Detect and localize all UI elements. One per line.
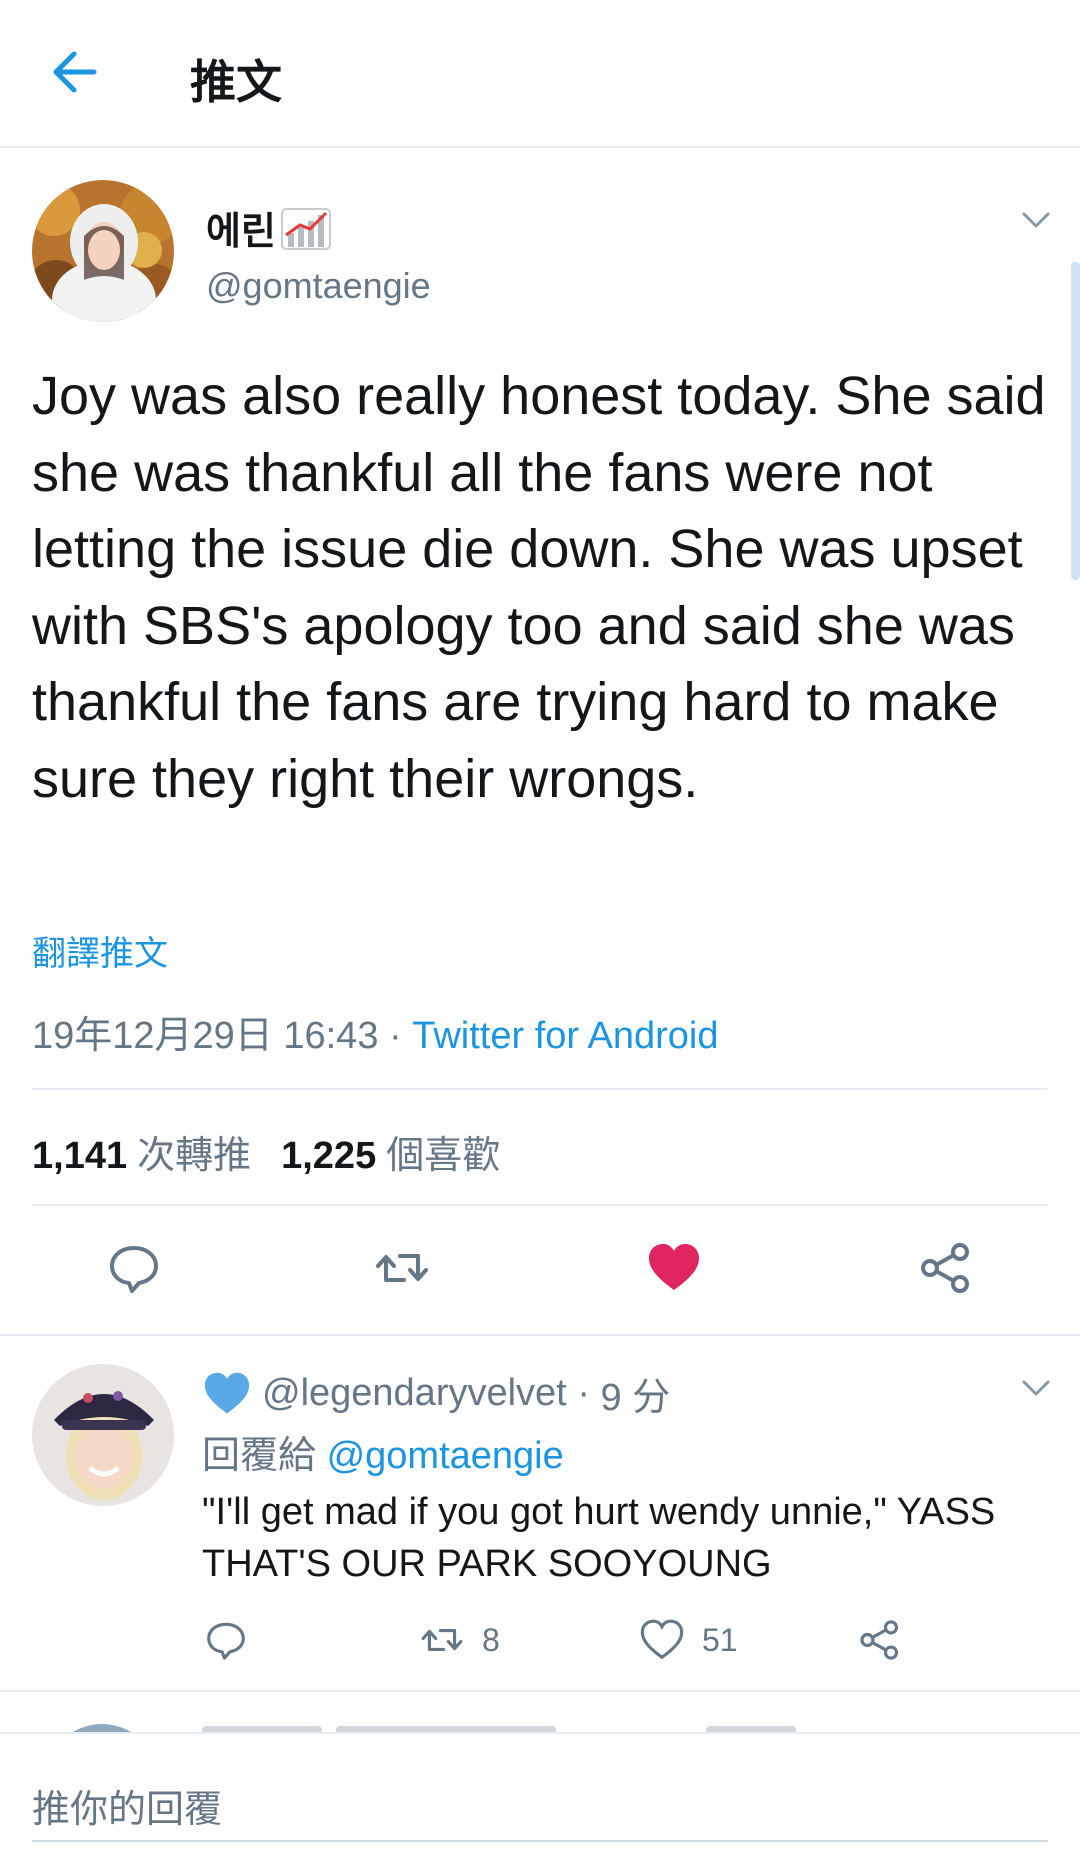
retweet-count[interactable]: 1,141 — [32, 1135, 127, 1177]
like-label[interactable]: 個喜歡 — [386, 1135, 500, 1177]
replying-to: 回覆給 @gomtaengie — [202, 1424, 564, 1479]
reply-separator: · — [577, 1372, 590, 1414]
blue-heart-emoji — [204, 1372, 250, 1413]
reply-header: @legendaryvelvet · 9 分 — [202, 1366, 670, 1421]
retweet-label[interactable]: 次轉推 — [137, 1135, 251, 1177]
reply-icon — [207, 1622, 245, 1660]
avatar-photo — [32, 180, 174, 322]
reply-reply-button[interactable] — [204, 1618, 266, 1662]
reply-handle[interactable]: @legendaryvelvet — [262, 1372, 567, 1415]
chevron-down-icon[interactable] — [1018, 1376, 1054, 1400]
tweet-text: Joy was also really honest today. She sa… — [32, 366, 1046, 809]
divider — [32, 1204, 1048, 1206]
author-avatar[interactable] — [32, 180, 174, 322]
replying-label: 回覆給 — [202, 1435, 317, 1477]
tweet-meta: 19年12月29日 16:43 · Twitter for Android — [32, 1004, 719, 1059]
reply-share-button[interactable] — [858, 1618, 920, 1662]
reply-retweet-button[interactable]: 8 — [420, 1618, 500, 1662]
reply-text: "I'll get mad if you got hurt wendy unni… — [202, 1491, 996, 1585]
section-divider — [0, 1334, 1080, 1336]
composer-underline — [32, 1840, 1048, 1842]
heart-outline-icon — [640, 1619, 684, 1660]
arrow-left-icon[interactable] — [44, 40, 108, 104]
translate-tweet-link[interactable]: 翻譯推文 — [32, 926, 168, 975]
reply-input[interactable]: 推你的回覆 — [32, 1778, 222, 1833]
author-name-text: 에린 — [206, 209, 276, 253]
meta-separator: · — [389, 1015, 402, 1057]
reply-retweet-count: 8 — [482, 1621, 500, 1658]
reply-avatar[interactable] — [32, 1364, 174, 1506]
chevron-down-icon[interactable] — [1018, 208, 1054, 232]
reply-icon[interactable] — [106, 1240, 162, 1296]
reply-like-button[interactable]: 51 — [640, 1618, 738, 1662]
tweet-timestamp: 19年12月29日 16:43 — [32, 1015, 379, 1057]
reply-like-count: 51 — [702, 1621, 738, 1658]
heart-icon[interactable] — [646, 1240, 702, 1296]
like-count[interactable]: 1,225 — [281, 1135, 376, 1177]
retweet-icon[interactable] — [374, 1240, 430, 1296]
replying-to-handle[interactable]: @gomtaengie — [327, 1435, 564, 1477]
tweet-source-link[interactable]: Twitter for Android — [412, 1015, 718, 1057]
next-reply-peek[interactable] — [0, 1692, 1080, 1732]
page-title: 推文 — [190, 55, 282, 109]
chart-increasing-emoji — [280, 207, 331, 250]
top-bar: 推文 — [0, 0, 1080, 148]
share-icon — [860, 1620, 899, 1660]
author-handle[interactable]: @gomtaengie — [206, 265, 431, 307]
retweet-icon — [421, 1629, 463, 1651]
avatar-photo — [32, 1364, 174, 1506]
scroll-indicator[interactable] — [1071, 262, 1080, 580]
next-reply-avatar — [46, 1724, 158, 1732]
divider — [32, 1088, 1048, 1090]
reply-composer[interactable]: 推你的回覆 — [0, 1732, 1080, 1858]
reply-time: 9 分 — [600, 1377, 671, 1419]
author-name[interactable]: 에린 — [206, 200, 334, 255]
tweet-stats: 1,141 次轉推 1,225 個喜歡 — [32, 1124, 530, 1179]
share-icon[interactable] — [918, 1240, 974, 1296]
